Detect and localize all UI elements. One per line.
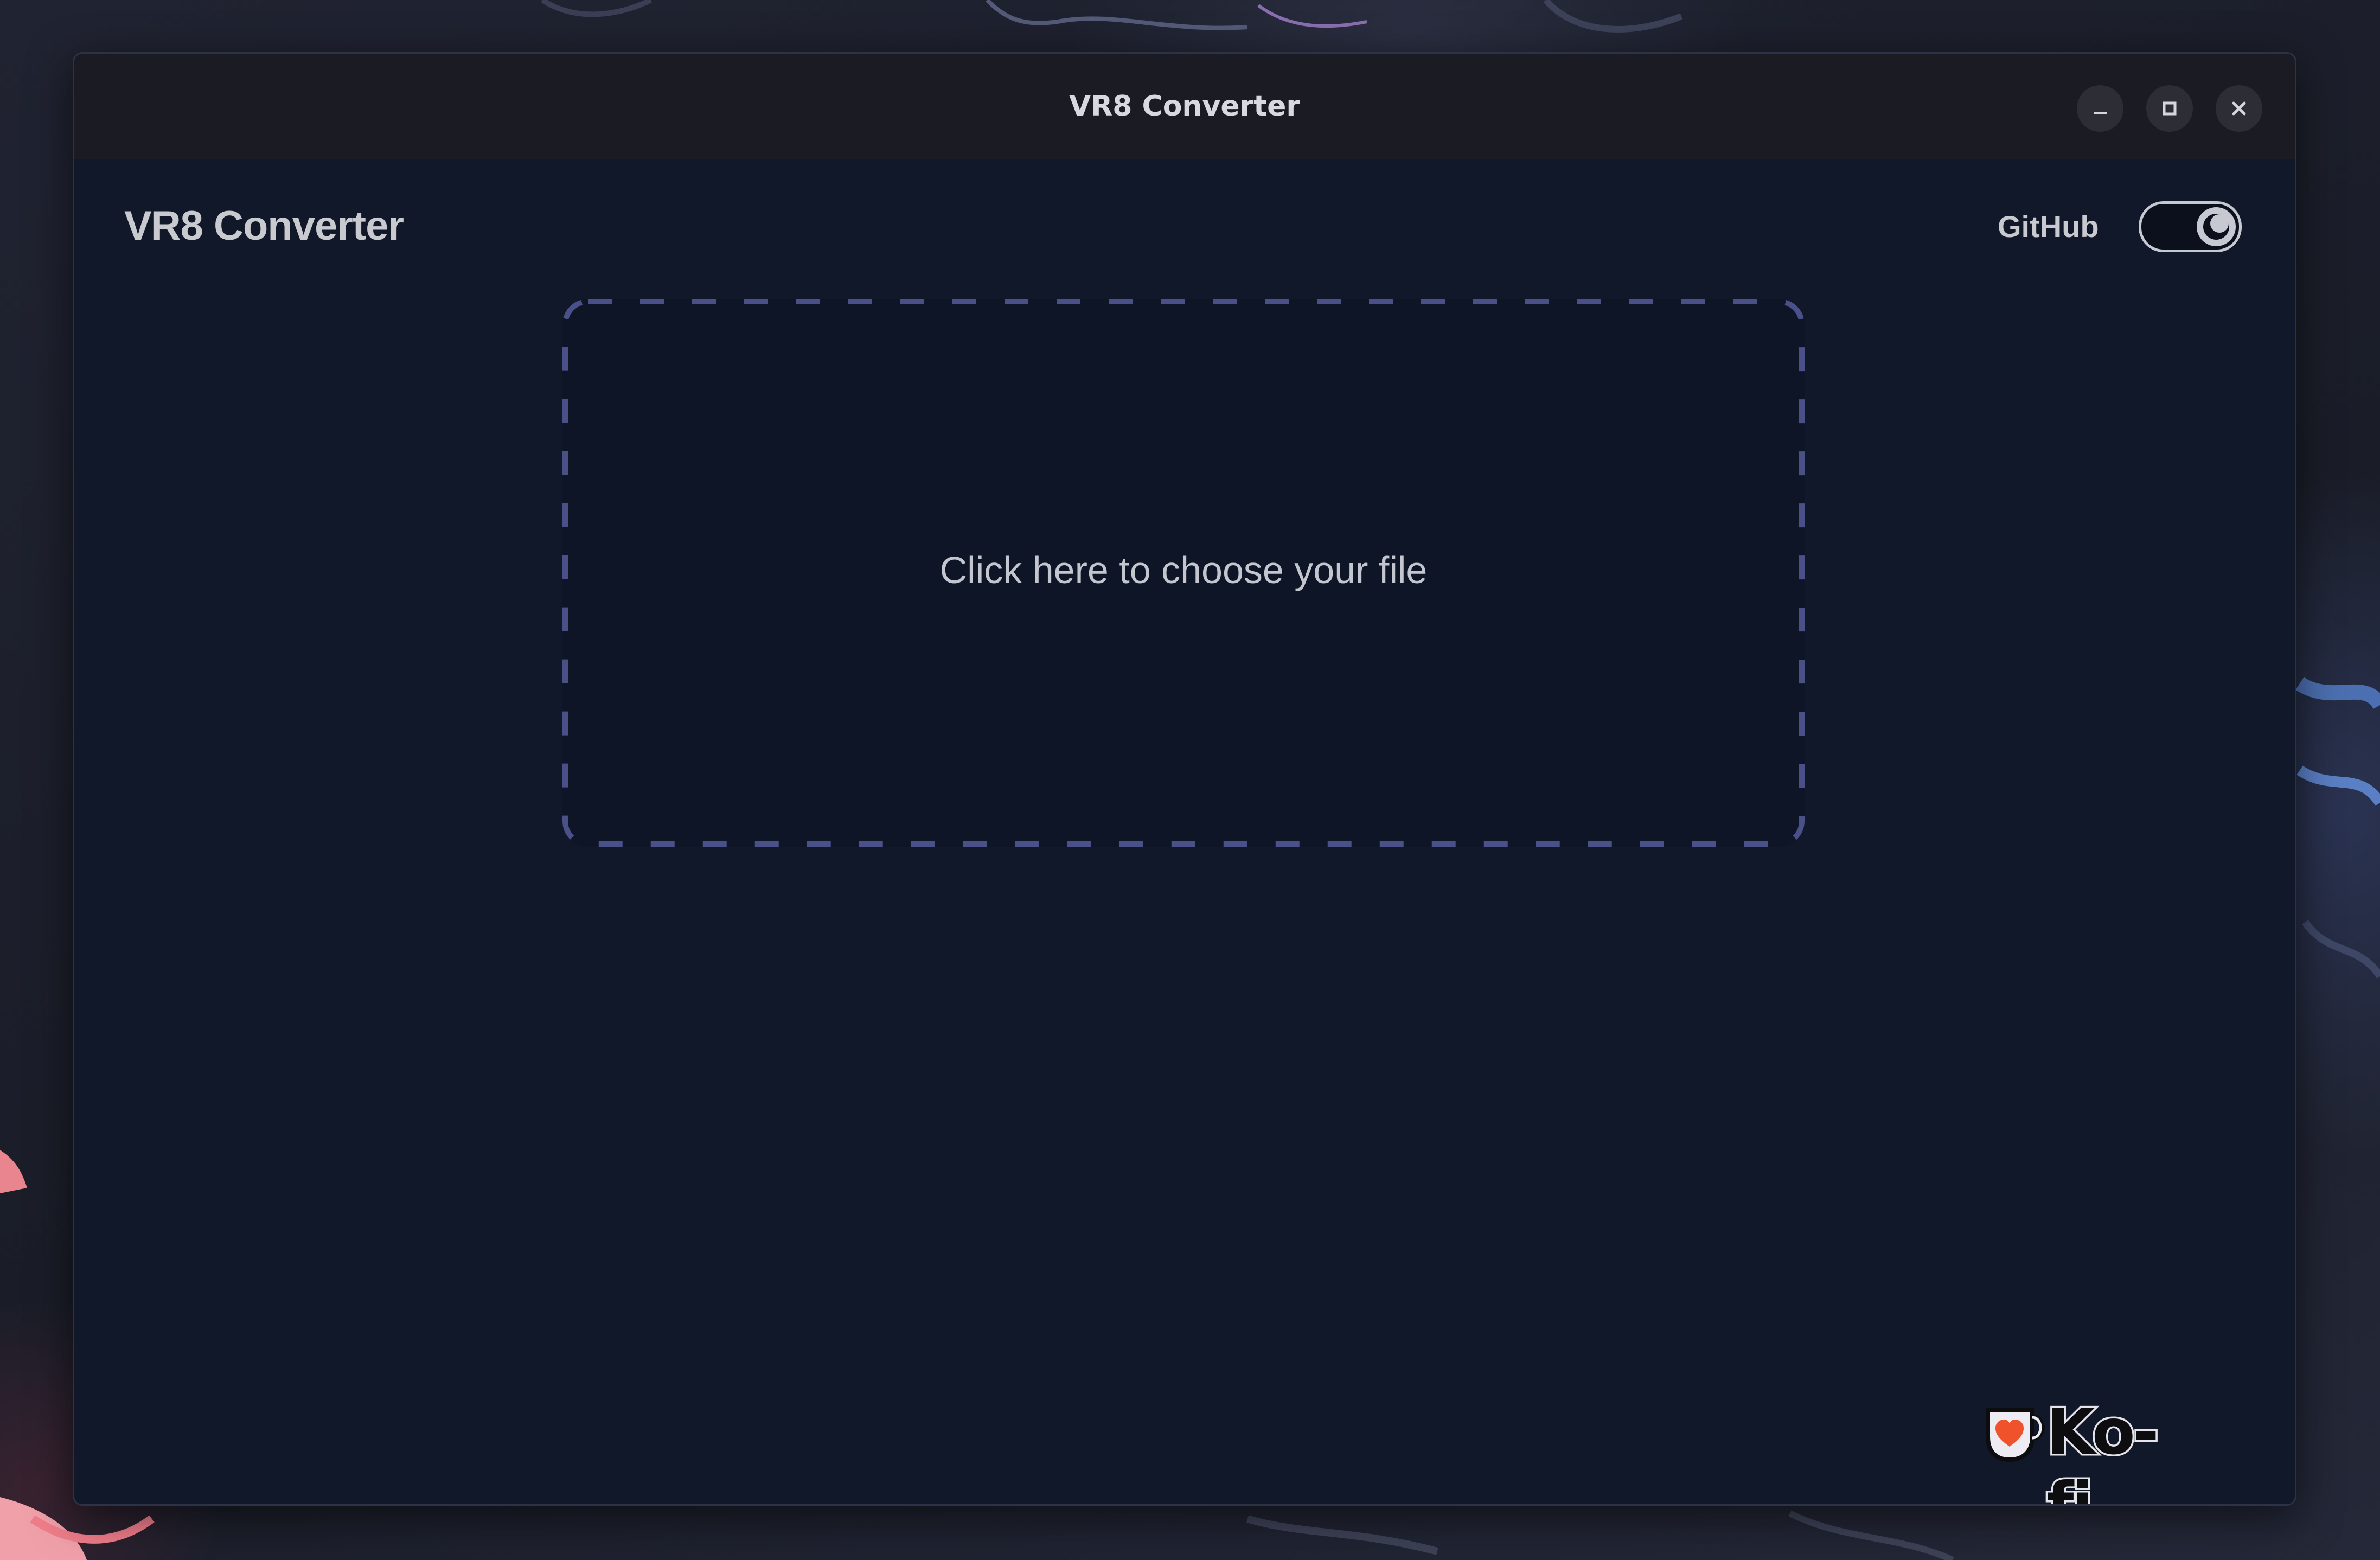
kofi-button[interactable]: Ko-fi bbox=[1982, 1393, 2199, 1504]
moon-icon bbox=[2203, 214, 2229, 240]
close-icon bbox=[2232, 101, 2246, 116]
title-bar[interactable]: VR8 Converter bbox=[74, 54, 2295, 159]
minimize-icon bbox=[2094, 112, 2107, 114]
close-button[interactable] bbox=[2216, 85, 2262, 132]
github-link[interactable]: GitHub bbox=[1998, 209, 2099, 244]
minimize-button[interactable] bbox=[2077, 85, 2123, 132]
toggle-knob bbox=[2197, 207, 2236, 246]
maximize-button[interactable] bbox=[2146, 85, 2193, 132]
desktop-background: VR8 Converter VR8 Converter GitHub Click… bbox=[0, 0, 2380, 1560]
app-window: VR8 Converter VR8 Converter GitHub Click… bbox=[73, 52, 2296, 1506]
maximize-icon bbox=[2163, 101, 2177, 116]
kofi-cup-heart-icon bbox=[1986, 1408, 2045, 1462]
app-title: VR8 Converter bbox=[124, 203, 404, 249]
dropzone-label: Click here to choose your file bbox=[939, 549, 1428, 591]
window-title: VR8 Converter bbox=[1069, 90, 1301, 123]
file-dropzone[interactable]: Click here to choose your file bbox=[562, 299, 1805, 847]
main-content: VR8 Converter GitHub Click here to choos… bbox=[74, 159, 2295, 1504]
theme-toggle[interactable] bbox=[2139, 201, 2242, 252]
kofi-label: Ko-fi bbox=[2045, 1394, 2161, 1506]
